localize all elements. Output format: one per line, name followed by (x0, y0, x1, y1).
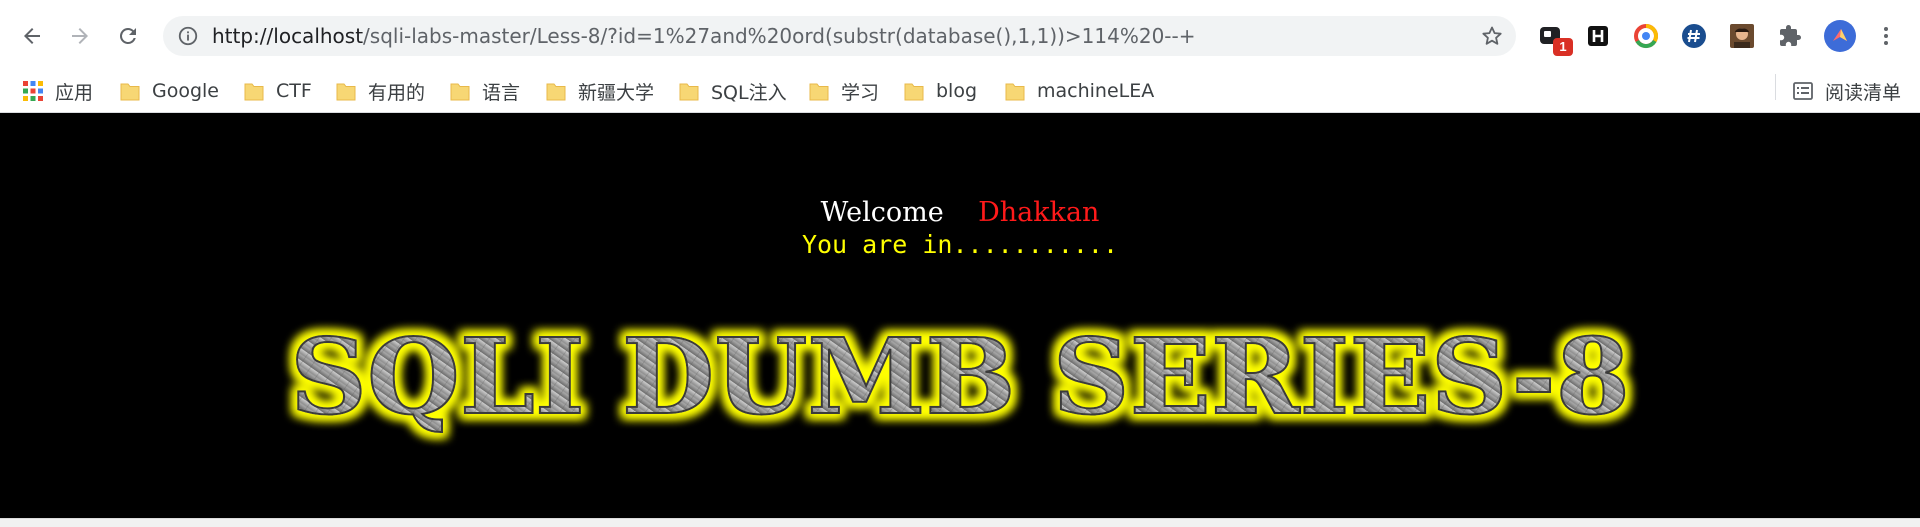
folder-icon (450, 83, 470, 101)
kebab-menu-icon[interactable] (1872, 22, 1900, 50)
folder-icon (904, 83, 924, 101)
bookmark-folder[interactable]: blog (903, 70, 977, 112)
extension-badge: 1 (1553, 38, 1573, 56)
url-path: /sqli-labs-master/Less-8/?id=1%27and%20o… (363, 24, 1196, 48)
puzzle-icon[interactable] (1776, 22, 1804, 50)
folder-icon (120, 83, 140, 101)
reload-button[interactable] (110, 18, 146, 54)
title-banner-text: SQLI DUMB SERIES-8 (290, 315, 1630, 438)
folder-icon (336, 83, 356, 101)
bookmark-label: CTF (276, 80, 312, 102)
bookmarks-bar: 应用 Google CTF 有用的 语言 新疆大学 SQL注入 学习 blog … (0, 70, 1920, 113)
chrome-ring-icon[interactable] (1632, 22, 1660, 50)
folder-icon (809, 83, 829, 101)
page-content: Welcome Dhakkan You are in........... SQ… (0, 113, 1920, 518)
bookmark-folder[interactable]: 语言 (449, 70, 520, 112)
bookmark-label: machineLEA (1037, 80, 1155, 102)
bookmark-folder[interactable]: 学习 (808, 70, 879, 112)
bookmark-apps[interactable]: 应用 (22, 70, 93, 112)
forward-button[interactable] (62, 18, 98, 54)
reading-list-label: 阅读清单 (1825, 81, 1902, 104)
bookmark-folder[interactable]: CTF (243, 70, 312, 112)
url-host: http://localhost (212, 24, 364, 48)
bookmark-folder[interactable]: 新疆大学 (545, 70, 654, 112)
address-bar[interactable]: http://localhost/sqli-labs-master/Less-8… (163, 16, 1516, 56)
folder-icon (546, 83, 566, 101)
avatar-photo-icon[interactable] (1728, 22, 1756, 50)
bookmark-label: SQL注入 (711, 81, 787, 104)
bookmarks-divider (1775, 74, 1776, 100)
hash-icon[interactable] (1680, 22, 1708, 50)
bookmark-folder[interactable]: Google (119, 70, 219, 112)
bookmark-folder[interactable]: 有用的 (335, 70, 425, 112)
apps-grid-icon (23, 81, 43, 101)
bookmark-label: 学习 (841, 81, 880, 104)
bookmark-apps-label: 应用 (55, 81, 94, 104)
site-info-icon[interactable] (177, 25, 199, 47)
bookmark-label: Google (152, 80, 220, 102)
bookmark-folder[interactable]: machineLEA (1004, 70, 1154, 112)
bookmark-label: 有用的 (368, 81, 426, 104)
title-banner-image: SQLI DUMB SERIES-8 (289, 314, 1631, 439)
reload-icon (119, 27, 136, 44)
forward-arrow-icon (72, 28, 88, 44)
url-text[interactable]: http://localhost/sqli-labs-master/Less-8… (212, 25, 1196, 47)
back-button[interactable] (14, 18, 50, 54)
reading-list-icon (1793, 82, 1813, 100)
bookmark-folder[interactable]: SQL注入 (678, 70, 787, 112)
bookmark-star-icon[interactable] (1480, 24, 1504, 48)
h-icon[interactable] (1584, 22, 1612, 50)
profile-icon[interactable] (1824, 20, 1856, 52)
folder-icon (244, 83, 264, 101)
back-arrow-icon (24, 28, 40, 44)
folder-icon (1005, 83, 1025, 101)
bookmark-label: 新疆大学 (578, 81, 655, 104)
browser-toolbar: http://localhost/sqli-labs-master/Less-8… (0, 0, 1920, 72)
folder-icon (679, 83, 699, 101)
bookmark-label: blog (936, 80, 978, 102)
reading-list-button[interactable]: 阅读清单 (1792, 70, 1901, 112)
bookmark-label: 语言 (482, 81, 521, 104)
